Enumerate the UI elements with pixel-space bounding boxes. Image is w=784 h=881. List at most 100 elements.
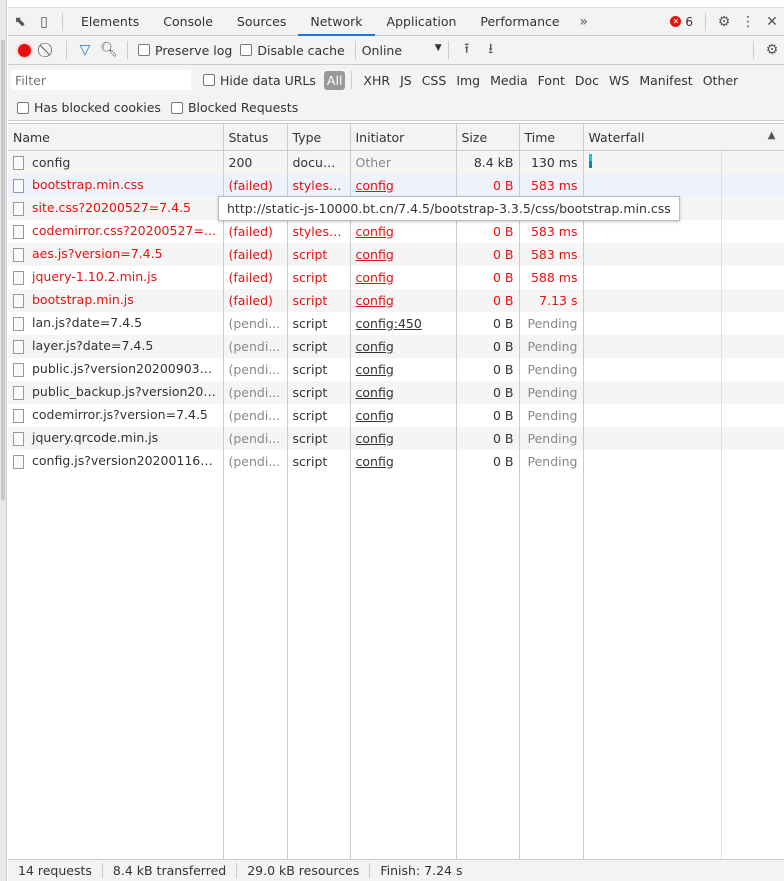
cell-waterfall (583, 311, 784, 335)
column-header-time[interactable]: Time (519, 123, 584, 151)
filter-input[interactable] (11, 70, 191, 90)
tab-sources[interactable]: Sources (225, 8, 298, 36)
cell-name: jquery.qrcode.min.js (8, 426, 224, 450)
cell-initiator[interactable]: config (350, 357, 457, 381)
cell-status: (pendi... (223, 311, 288, 335)
cell-name: site.css?20200527=7.4.5 (8, 196, 224, 220)
filter-type-all[interactable]: All (323, 70, 346, 90)
cell-initiator[interactable]: config (350, 173, 457, 197)
scrollbar-thumb[interactable] (1, 40, 5, 500)
filter-type-font[interactable]: Font (533, 73, 570, 88)
filter-type-img[interactable]: Img (451, 73, 485, 88)
cell-size: 0 B (456, 334, 520, 358)
settings-gear-icon[interactable]: ⚙ (712, 10, 736, 34)
request-row[interactable]: public_backup.js?version2020... (pendi...… (8, 380, 784, 404)
filler-cell (519, 472, 584, 865)
filter-type-media[interactable]: Media (485, 73, 533, 88)
filter-type-js[interactable]: JS (395, 73, 417, 88)
tab-network[interactable]: Network (298, 8, 375, 36)
export-har-icon[interactable]: ⭳ (479, 38, 503, 62)
request-row[interactable]: config.js?version20200116=7.... (pendi...… (8, 449, 784, 473)
preserve-log-checkbox[interactable]: Preserve log (138, 43, 232, 58)
request-row[interactable]: lan.js?date=7.4.5 (pendi... script config:4… (8, 311, 784, 335)
cell-type: script (287, 426, 351, 450)
cell-initiator[interactable]: config (350, 426, 457, 450)
column-header-initiator[interactable]: Initiator (350, 123, 457, 151)
blocked-requests-checkbox[interactable]: Blocked Requests (170, 100, 298, 115)
cell-initiator[interactable]: config (350, 449, 457, 473)
filter-type-xhr[interactable]: XHR (358, 73, 395, 88)
has-blocked-cookies-checkbox[interactable]: Has blocked cookies (17, 100, 161, 115)
network-settings-icon[interactable]: ⚙ (760, 38, 784, 62)
request-row[interactable]: aes.js?version=7.4.5 (failed) script config… (8, 242, 784, 266)
cell-initiator[interactable]: config (350, 334, 457, 358)
cell-type: script (287, 449, 351, 473)
cell-name: codemirror.js?version=7.4.5 (8, 403, 224, 427)
more-options-icon[interactable]: ⋮ (736, 10, 760, 34)
divider (62, 12, 63, 31)
request-row[interactable]: bootstrap.min.css (failed) stylesh... confi… (8, 173, 784, 197)
file-icon (13, 270, 24, 285)
cell-time: 583 ms (519, 242, 584, 266)
tab-console[interactable]: Console (151, 8, 225, 36)
cell-name: bootstrap.min.js (8, 288, 224, 312)
request-row[interactable]: codemirror.css?20200527=7.4.5 (failed) sty… (8, 219, 784, 243)
filter-type-doc[interactable]: Doc (570, 73, 604, 88)
search-icon[interactable]: 🔍︎ (97, 38, 121, 62)
close-icon[interactable]: ✕ (760, 10, 784, 34)
cell-size: 0 B (456, 242, 520, 266)
hide-data-urls-checkbox[interactable]: Hide data URLs (203, 73, 316, 88)
main-tabbar: ⬉ ▯ Elements Console Sources Network Applica… (8, 8, 784, 36)
cell-initiator[interactable]: config (350, 403, 457, 427)
column-header-type[interactable]: Type (287, 123, 351, 151)
cell-status: (failed) (223, 173, 288, 197)
more-tabs-icon[interactable]: » (572, 10, 596, 34)
cell-initiator[interactable]: config (350, 219, 457, 243)
import-har-icon[interactable]: ⭱ (455, 38, 479, 62)
column-header-size[interactable]: Size (456, 123, 520, 151)
divider (351, 71, 353, 89)
device-toolbar-icon[interactable]: ▯ (32, 10, 56, 34)
column-header-status[interactable]: Status (223, 123, 288, 151)
scrollbar[interactable] (0, 0, 7, 881)
filter-type-manifest[interactable]: Manifest (634, 73, 697, 88)
filter-icon[interactable]: ▽ (73, 38, 97, 62)
request-row[interactable]: codemirror.js?version=7.4.5 (pendi... scri… (8, 403, 784, 427)
throttling-select[interactable]: Online ▼ (362, 43, 442, 58)
filler-cell (583, 472, 784, 865)
request-row[interactable]: jquery-1.10.2.min.js (failed) script config… (8, 265, 784, 289)
request-row[interactable]: public.js?version20200903=7.... (pendi...… (8, 357, 784, 381)
cell-initiator[interactable]: config (350, 380, 457, 404)
cell-waterfall (583, 357, 784, 381)
cell-initiator[interactable]: config (350, 265, 457, 289)
cell-type: script (287, 357, 351, 381)
cell-initiator[interactable]: config:450 (350, 311, 457, 335)
inspect-element-icon[interactable]: ⬉ (8, 10, 32, 34)
request-row[interactable]: jquery.qrcode.min.js (pendi... script confi… (8, 426, 784, 450)
tab-performance[interactable]: Performance (468, 8, 571, 36)
status-bar: 14 requests 8.4 kB transferred 29.0 kB r… (8, 859, 784, 881)
cell-initiator[interactable]: config (350, 242, 457, 266)
file-icon (13, 362, 24, 377)
cell-status: (pendi... (223, 426, 288, 450)
cell-initiator[interactable]: config (350, 288, 457, 312)
request-row[interactable]: config 200 docum... Other 8.4 kB 130 ms (8, 150, 784, 174)
cell-name: jquery-1.10.2.min.js (8, 265, 224, 289)
tab-application[interactable]: Application (375, 8, 469, 36)
request-row[interactable]: layer.js?date=7.4.5 (pendi... script config… (8, 334, 784, 358)
request-row[interactable]: bootstrap.min.js (failed) script config 0 B7… (8, 288, 784, 312)
disable-cache-checkbox[interactable]: Disable cache (240, 43, 345, 58)
finish-time: Finish: 7.24 s (380, 863, 463, 878)
filter-type-css[interactable]: CSS (417, 73, 452, 88)
column-header-name[interactable]: Name (8, 123, 224, 151)
filler-cell (456, 472, 520, 865)
error-badge[interactable]: ✕ 6 (670, 15, 693, 29)
tab-elements[interactable]: Elements (69, 8, 151, 36)
empty-filler-row (8, 472, 784, 865)
filter-type-ws[interactable]: WS (604, 73, 634, 88)
filter-type-other[interactable]: Other (698, 73, 744, 88)
record-icon[interactable] (12, 38, 36, 62)
divider (354, 41, 356, 59)
column-header-waterfall[interactable]: Waterfall ▲ (583, 123, 784, 151)
clear-icon[interactable]: ⃠ (36, 38, 60, 62)
